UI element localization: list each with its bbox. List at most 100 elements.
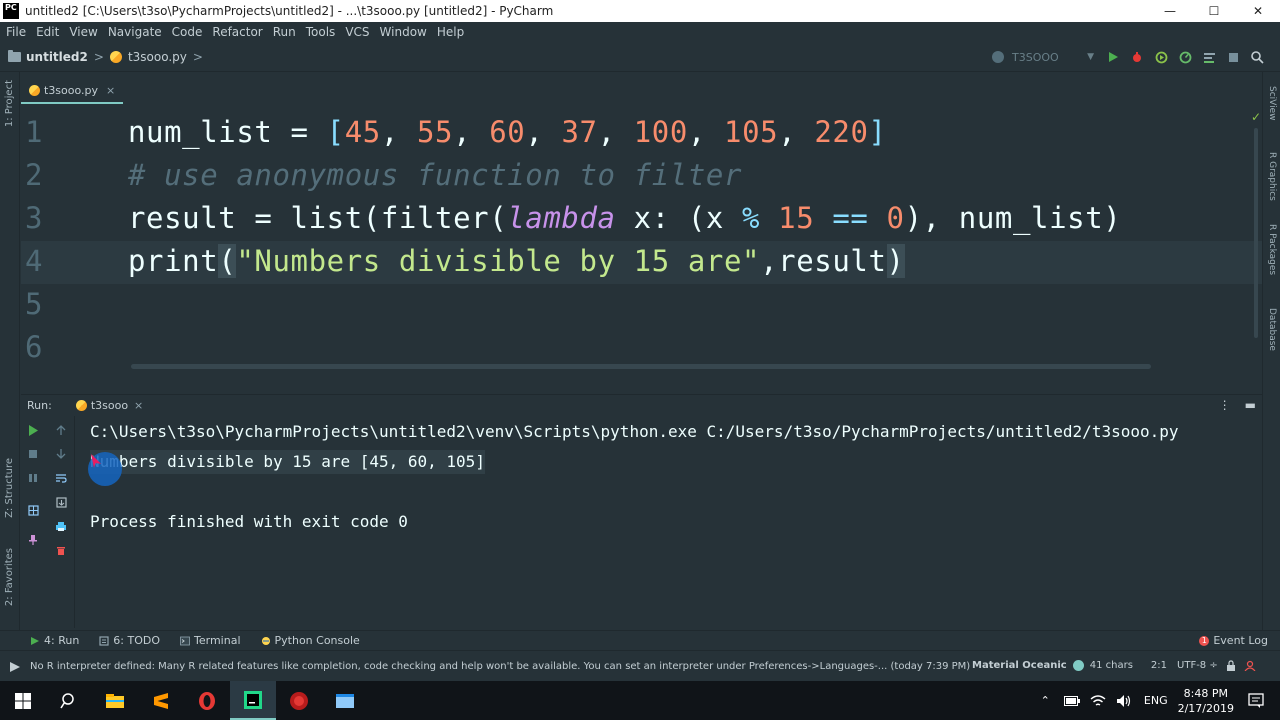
breadcrumb-file[interactable]: t3sooo.py — [128, 50, 187, 64]
editor-tab-t3sooo[interactable]: t3sooo.py × — [21, 78, 124, 104]
r-graphics-tool-tab[interactable]: R Graphics — [1267, 152, 1277, 201]
code-string: "Numbers divisible by 15 are" — [236, 244, 761, 278]
navigation-bar: untitled2 > t3sooo.py > T3SOOO ▼ — [0, 42, 1280, 72]
menu-vcs[interactable]: VCS — [340, 25, 374, 39]
editor-tab-label: t3sooo.py — [44, 83, 99, 97]
notifications-icon[interactable] — [1248, 692, 1264, 709]
code-operator: % — [742, 201, 761, 235]
profile-icon[interactable] — [1176, 48, 1194, 66]
code-token: [ — [326, 115, 345, 149]
run-icon[interactable] — [1104, 48, 1122, 66]
code-token: ), num_list) — [904, 201, 1122, 235]
tool-tab-todo[interactable]: 6: TODO — [99, 634, 160, 647]
code-token: num_list — [128, 115, 273, 149]
favorites-tool-tab[interactable]: 2: Favorites — [4, 548, 15, 606]
rerun-icon[interactable] — [25, 422, 41, 438]
taskbar-pycharm[interactable] — [230, 681, 276, 720]
lock-icon[interactable] — [1226, 660, 1236, 671]
battery-icon[interactable] — [1063, 695, 1080, 706]
event-log-button[interactable]: 1 Event Log — [1199, 634, 1268, 647]
menu-view[interactable]: View — [64, 25, 102, 39]
r-packages-tool-tab[interactable]: R Packages — [1267, 224, 1277, 275]
menu-bar: File Edit View Navigate Code Refactor Ru… — [0, 22, 1280, 42]
scroll-to-end-icon[interactable] — [53, 494, 69, 510]
menu-navigate[interactable]: Navigate — [103, 25, 167, 39]
theme-name[interactable]: Material Oceanic — [972, 660, 1067, 671]
menu-refactor[interactable]: Refactor — [207, 25, 267, 39]
sciview-tool-tab[interactable]: SciView — [1267, 86, 1277, 121]
system-clock[interactable]: 8:48 PM 2/17/2019 — [1178, 686, 1234, 716]
debug-icon[interactable] — [1128, 48, 1146, 66]
hide-panel-icon[interactable]: ▬ — [1245, 398, 1256, 412]
editor-vertical-scrollbar[interactable] — [1254, 128, 1258, 338]
structure-tool-tab[interactable]: Z: Structure — [4, 458, 15, 518]
code-editor[interactable]: 1 2 3 4 5 6 num_list = [45, 55, 60, 37, … — [21, 108, 1262, 376]
inspector-icon[interactable] — [1244, 660, 1256, 671]
menu-file[interactable]: File — [0, 25, 31, 39]
tool-tab-python-console[interactable]: Python Console — [261, 634, 360, 647]
input-language[interactable]: ENG — [1144, 694, 1168, 707]
minimize-button[interactable]: — — [1148, 0, 1192, 22]
taskbar-opera[interactable] — [184, 681, 230, 720]
pin-tab-icon[interactable] — [25, 532, 41, 548]
close-run-tab-icon[interactable]: × — [134, 399, 143, 412]
stop-run-icon[interactable] — [25, 446, 41, 462]
close-window-button[interactable]: ✕ — [1236, 0, 1280, 22]
code-token: result = list(filter( — [128, 201, 508, 235]
menu-tools[interactable]: Tools — [301, 25, 341, 39]
pause-icon[interactable] — [25, 470, 41, 486]
run-console[interactable]: C:\Users\t3so\PycharmProjects\untitled2\… — [76, 416, 1262, 628]
menu-code[interactable]: Code — [167, 25, 208, 39]
caret-position[interactable]: 2:1 — [1151, 660, 1167, 671]
more-options-icon[interactable]: ⋮ — [1219, 398, 1231, 412]
python-file-icon — [109, 50, 122, 63]
scroll-up-icon[interactable] — [53, 422, 69, 438]
taskbar-sublime-text[interactable] — [138, 681, 184, 720]
editor-horizontal-scrollbar[interactable] — [131, 364, 1151, 369]
run-configuration-select[interactable]: T3SOOO ▼ — [986, 47, 1098, 67]
windows-start-button[interactable] — [0, 681, 46, 720]
code-token: , — [687, 115, 725, 149]
run-with-coverage-icon[interactable] — [1152, 48, 1170, 66]
menu-window[interactable]: Window — [375, 25, 432, 39]
concurrency-diagram-icon[interactable] — [1200, 48, 1218, 66]
taskbar-recorder[interactable] — [276, 681, 322, 720]
scroll-down-icon[interactable] — [53, 446, 69, 462]
wifi-icon[interactable] — [1090, 694, 1106, 708]
breadcrumb-project[interactable]: untitled2 — [26, 50, 88, 64]
code-paren-match: ( — [218, 244, 237, 278]
project-tool-tab[interactable]: 1: Project — [4, 80, 15, 127]
print-icon[interactable] — [53, 518, 69, 534]
tool-tab-run[interactable]: 4: Run — [30, 634, 79, 647]
maximize-button[interactable]: ☐ — [1192, 0, 1236, 22]
python-file-icon — [29, 84, 40, 96]
selection-chars[interactable]: 41 chars — [1090, 660, 1133, 671]
code-token: , — [453, 115, 490, 149]
database-tool-tab[interactable]: Database — [1267, 308, 1277, 351]
volume-icon[interactable] — [1116, 694, 1132, 708]
menu-edit[interactable]: Edit — [31, 25, 64, 39]
show-hidden-icons[interactable]: ⌃ — [1041, 694, 1050, 707]
tool-tab-python-console-label: Python Console — [274, 634, 360, 647]
clock-date: 2/17/2019 — [1177, 701, 1234, 715]
taskbar-search-button[interactable] — [46, 681, 92, 720]
restore-layout-icon[interactable] — [25, 502, 41, 518]
menu-help[interactable]: Help — [432, 25, 469, 39]
clock-time: 8:48 PM — [1183, 686, 1228, 700]
status-message[interactable]: No R interpreter defined: Many R related… — [30, 661, 970, 672]
menu-run[interactable]: Run — [268, 25, 301, 39]
breadcrumb-separator: > — [192, 49, 203, 64]
taskbar-file-explorer[interactable] — [92, 681, 138, 720]
clear-all-icon[interactable] — [53, 542, 69, 558]
file-encoding[interactable]: UTF-8 ÷ — [1177, 660, 1218, 671]
taskbar-app[interactable] — [322, 681, 368, 720]
search-everywhere-icon[interactable] — [1248, 48, 1266, 66]
run-icon — [31, 636, 39, 645]
soft-wrap-icon[interactable] — [53, 470, 69, 486]
run-tab-t3sooo[interactable]: t3sooo × — [70, 395, 149, 417]
tool-tab-terminal[interactable]: Terminal — [180, 634, 241, 647]
run-panel-header: Run: t3sooo × ⋮ ▬ — [21, 394, 1262, 416]
code-paren-match: ) — [886, 244, 905, 278]
close-tab-icon[interactable]: × — [106, 84, 115, 97]
stop-icon[interactable] — [1224, 48, 1242, 66]
